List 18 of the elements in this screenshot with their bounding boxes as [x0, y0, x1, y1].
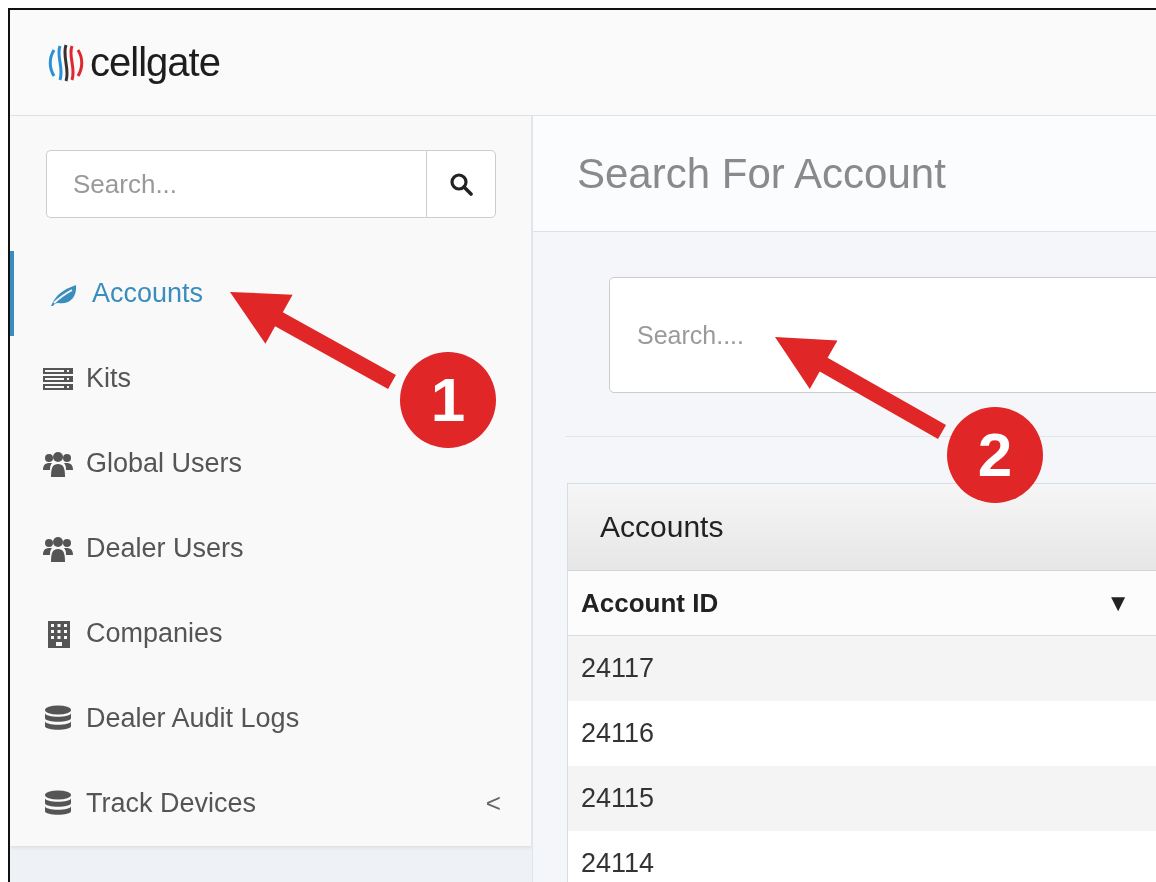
nav-item[interactable]: Global Users — [10, 421, 273, 506]
column-label: Account ID — [581, 587, 719, 619]
panel-title: Accounts — [568, 484, 1156, 571]
account-search-field[interactable]: Search.... — [609, 277, 1156, 393]
sidebar-search-field[interactable]: Search... — [46, 150, 426, 218]
search-button[interactable] — [426, 150, 496, 218]
search-icon — [449, 172, 473, 196]
nav-item[interactable]: Companies — [10, 591, 253, 676]
collapse-caret[interactable]: < — [485, 788, 501, 819]
nav-item[interactable]: Kits — [10, 336, 161, 421]
table-cell: 24117 — [568, 636, 1156, 701]
nav-item[interactable]: Track Devices < — [10, 761, 531, 846]
sort-icon[interactable]: ▼ — [1106, 589, 1130, 617]
page-title: Search For Account — [577, 149, 946, 198]
logo-text: cellgate — [90, 40, 220, 85]
nav-item[interactable]: Dealer Users — [10, 506, 274, 591]
table-cell: 24115 — [568, 766, 1156, 831]
nav-item[interactable]: Dealer Audit Logs — [10, 676, 330, 761]
